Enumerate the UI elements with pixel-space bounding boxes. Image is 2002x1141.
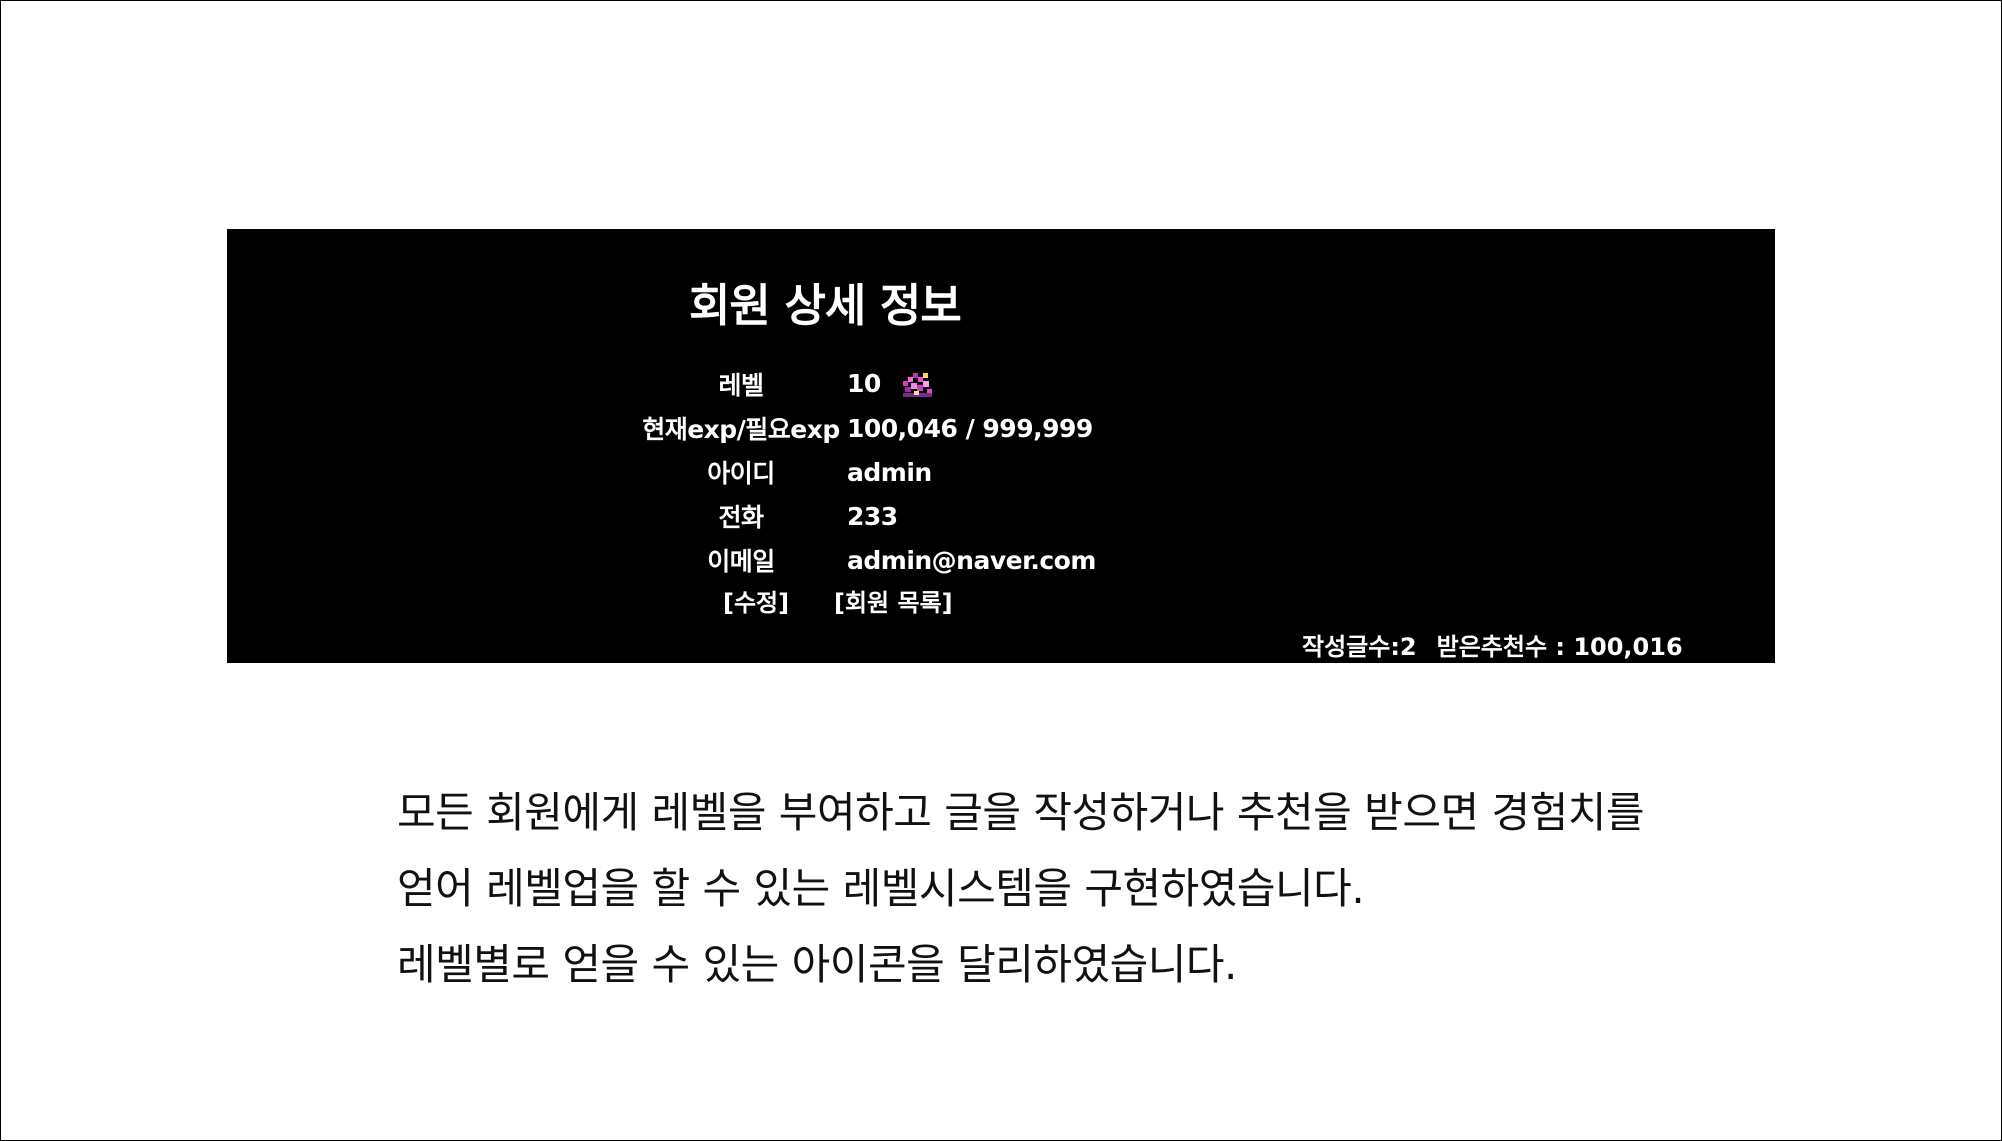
action-links: [수정] [회원 목록] — [227, 583, 1775, 619]
row-level: 레벨 10 — [639, 362, 1096, 406]
email-value: admin@naver.com — [847, 545, 1096, 575]
row-phone: 전화 233 — [639, 494, 1096, 538]
phone-label: 전화 — [718, 503, 764, 532]
edit-link[interactable]: [수정] — [723, 583, 789, 618]
level-value: 10 — [847, 369, 881, 398]
email-label: 이메일 — [707, 547, 775, 576]
post-count: 작성글수:2 — [1302, 633, 1417, 661]
page-title: 회원 상세 정보 — [689, 279, 962, 332]
phone-value: 233 — [847, 501, 898, 531]
description-line: 얻어 레벨업을 할 수 있는 레벨시스템을 구현하였습니다. — [397, 864, 1365, 913]
level-value-cell: 10 — [843, 362, 1096, 406]
description-line: 모든 회원에게 레벨을 부여하고 글을 작성하거나 추천을 받으면 경험치를 — [397, 788, 1645, 837]
id-label: 아이디 — [707, 459, 775, 488]
level-badge-icon — [901, 371, 934, 399]
exp-value: 100,046 / 999,999 — [847, 413, 1093, 443]
member-info-table: 레벨 10 현재exp/필요exp 100,046 / 999,999 아이디 … — [639, 362, 1096, 582]
level-label: 레벨 — [718, 371, 764, 400]
member-list-link[interactable]: [회원 목록] — [834, 583, 953, 618]
description-line: 레벨별로 얻을 수 있는 아이콘을 달리하였습니다. — [397, 940, 1237, 989]
member-stats: 작성글수:2 받은추천수 : 100,016 — [1302, 627, 1683, 662]
member-detail-panel: 회원 상세 정보 레벨 10 현재exp/필요exp 100,046 / 999… — [227, 229, 1775, 663]
id-value: admin — [847, 457, 932, 487]
recommendation-count: 받은추천수 : 100,016 — [1436, 633, 1683, 661]
row-exp: 현재exp/필요exp 100,046 / 999,999 — [639, 406, 1096, 450]
row-email: 이메일 admin@naver.com — [639, 538, 1096, 582]
row-id: 아이디 admin — [639, 450, 1096, 494]
feature-description: 모든 회원에게 레벨을 부여하고 글을 작성하거나 추천을 받으면 경험치를 얻… — [397, 775, 1797, 1003]
exp-label: 현재exp/필요exp — [642, 415, 840, 444]
